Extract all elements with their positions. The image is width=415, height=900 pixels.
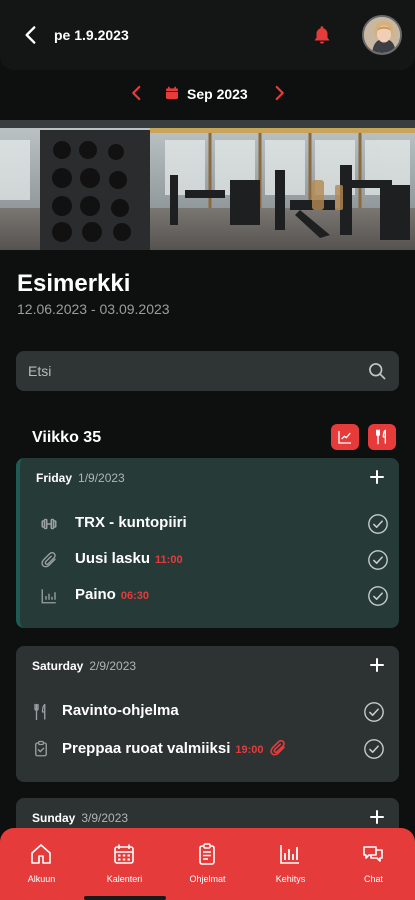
calendar-icon [166,86,178,99]
chevron-left-icon[interactable] [18,22,44,48]
month-label: Sep 2023 [187,86,248,102]
nav-item-chat[interactable]: Chat [332,828,415,900]
chat-icon [363,846,383,862]
day-date: 2/9/2023 [89,659,137,673]
day-name: Friday [36,471,73,485]
chart-icon [41,589,56,604]
program-date-range: 12.06.2023 - 03.09.2023 [17,301,170,317]
day-date: 1/9/2023 [78,471,125,485]
day-date: 3/9/2023 [81,811,129,825]
program-title: Esimerkki [17,270,131,297]
week-label: Viikko 35 [32,429,102,446]
chart-icon [338,431,351,444]
cutlery-icon [34,703,46,721]
nav-label: Ohjelmat [189,874,226,884]
day-card-friday: Friday 1/9/2023 TRX - kuntopiiri Uusi las… [16,458,399,628]
top-bar: pe 1.9.2023 [0,0,415,70]
avatar[interactable] [362,15,402,55]
plus-icon[interactable] [369,469,385,485]
nav-label: Chat [363,874,383,884]
active-nav-indicator [84,896,166,900]
paperclip-icon [269,739,285,756]
check-circle-icon[interactable] [367,549,389,571]
search-input[interactable] [28,351,358,391]
item-time: 19:00 [235,744,264,756]
day-header: Friday 1/9/2023 [36,471,125,485]
check-circle-icon[interactable] [367,513,389,535]
item-label: Uusi lasku 11:00 [75,550,183,567]
day-header: Sunday 3/9/2023 [32,811,128,825]
item-label: Ravinto-ohjelma [62,702,179,719]
check-circle-icon[interactable] [363,701,385,723]
calendar-icon [114,844,134,864]
list-item[interactable]: Ravinto-ohjelma [16,698,399,726]
search-bar [16,351,399,391]
progress-chart-button[interactable] [331,424,359,450]
search-icon[interactable] [367,361,387,381]
item-label: Preppaa ruoat valmiiksi 19:00 [62,739,287,757]
list-item[interactable]: TRX - kuntopiiri [20,510,399,538]
paperclip-icon [41,551,56,568]
item-time: 11:00 [155,554,183,566]
clipboard-check-icon [35,740,47,757]
day-header: Saturday 2/9/2023 [32,659,136,673]
item-label: Paino 06:30 [75,586,149,603]
page-title: pe 1.9.2023 [54,27,129,43]
day-name: Saturday [32,659,84,673]
nav-item-progress[interactable]: Kehitys [249,828,332,900]
plus-icon[interactable] [369,809,385,825]
list-item[interactable]: Paino 06:30 [20,582,399,610]
nav-label: Kehitys [275,874,306,884]
check-circle-icon[interactable] [367,585,389,607]
nav-item-home[interactable]: Alkuun [0,828,83,900]
nutrition-button[interactable] [368,424,396,450]
bar-chart-icon [280,845,299,864]
bell-icon[interactable] [311,24,333,46]
dumbbell-icon [41,518,57,530]
bottom-navigation: Alkuun Kalenteri Ohjelmat Kehitys Chat [0,828,415,900]
program-cover-image [0,120,415,250]
nav-item-calendar[interactable]: Kalenteri [83,828,166,900]
month-prev-icon[interactable] [128,84,146,102]
day-name: Sunday [32,811,76,825]
nav-item-programs[interactable]: Ohjelmat [166,828,249,900]
nav-label: Alkuun [27,874,56,884]
item-label: TRX - kuntopiiri [75,514,187,531]
nav-label: Kalenteri [106,874,143,884]
month-next-icon[interactable] [270,84,288,102]
list-item[interactable]: Preppaa ruoat valmiiksi 19:00 [16,735,399,763]
clipboard-icon [199,843,215,865]
item-time: 06:30 [120,590,149,602]
home-icon [31,844,51,864]
cutlery-icon [376,429,386,445]
list-item[interactable]: Uusi lasku 11:00 [20,546,399,574]
plus-icon[interactable] [369,657,385,673]
check-circle-icon[interactable] [363,738,385,760]
day-card-saturday: Saturday 2/9/2023 Ravinto-ohjelma Preppaa… [16,646,399,782]
